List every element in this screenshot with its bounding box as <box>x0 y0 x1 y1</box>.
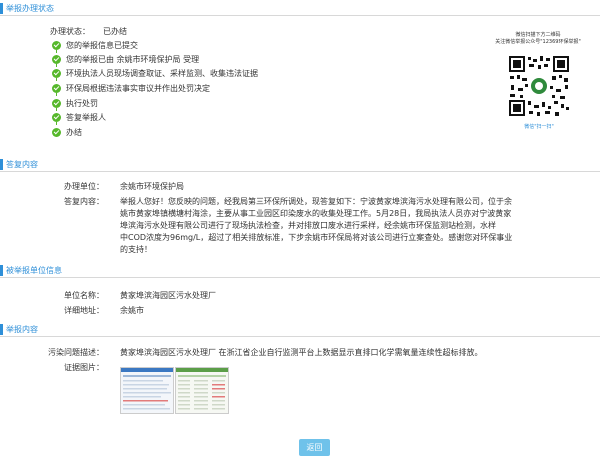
reply-line: 举报人您好！您反映的问题，经我局第三环保所调处，现答复如下：宁波黄家埠滨海污水处… <box>120 197 512 206</box>
problem-value: 黄家埠滨海园区污水处理厂 在浙江省企业自行监测平台上数据显示直排口化学需氧量连续… <box>120 348 483 357</box>
reply-line: 的支持！ <box>120 245 152 254</box>
reply-line: 中COD浓度为96mg/L，超过了相关排放标准，下步余姚市环保局将对该公司进行立… <box>120 233 513 242</box>
qr-caption-bottom: 微信"扫一扫" <box>524 124 554 130</box>
section-title: 答复内容 <box>6 160 38 169</box>
evidence-image-2[interactable] <box>175 367 229 414</box>
step-label: 执行处罚 <box>66 99 98 108</box>
evidence-image-1[interactable] <box>120 367 174 414</box>
section-header-reported: 被举报单位信息 <box>0 265 600 278</box>
step-connector <box>56 78 57 81</box>
reply-line: 姚市黄家埠镇横塘村海涂，主要从事工业园区印染废水的收集处理工作。5月28日，我局… <box>120 209 512 218</box>
addr-value: 余姚市 <box>120 306 144 315</box>
step-label: 环境执法人员现场调查取证、采样监测、收集违法证据 <box>66 69 258 78</box>
problem-label: 污染问题描述： <box>48 348 104 357</box>
check-icon <box>52 41 61 50</box>
content-label: 答复内容： <box>64 197 104 206</box>
step-connector <box>56 64 57 67</box>
check-icon <box>52 84 61 93</box>
back-button[interactable]: 返回 <box>299 439 330 456</box>
name-label: 单位名称： <box>64 291 104 300</box>
check-icon <box>52 55 61 64</box>
status-label: 办理状态： <box>50 27 90 36</box>
check-icon <box>52 113 61 122</box>
step-label: 您的举报信息已提交 <box>66 41 138 50</box>
qr-caption-top: 微信扫描下方二维码 <box>515 32 561 38</box>
section-title: 举报办理状态 <box>6 4 54 13</box>
step-connector <box>56 93 57 96</box>
status-value: 已办结 <box>103 27 127 36</box>
section-header-content: 举报内容 <box>0 324 600 337</box>
addr-label: 详细地址： <box>64 306 104 315</box>
step-label: 您的举报已由 余姚市环境保护局 受理 <box>66 55 200 64</box>
section-bar <box>0 324 3 335</box>
step-label: 答复举报人 <box>66 113 106 122</box>
qr-caption-top2: 关注微信举报公众号"12369环保举报" <box>495 39 581 45</box>
check-icon <box>52 99 61 108</box>
section-title: 举报内容 <box>6 325 38 334</box>
section-bar <box>0 265 3 276</box>
section-bar <box>0 3 3 14</box>
section-header-reply: 答复内容 <box>0 159 600 172</box>
check-icon <box>52 69 61 78</box>
images-label: 证据图片： <box>64 363 104 372</box>
step-label: 办结 <box>66 128 82 137</box>
name-value: 黄家埠滨海园区污水处理厂 <box>120 291 216 300</box>
step-connector <box>56 108 57 111</box>
step-label: 环保局根据违法事实审议并作出处罚决定 <box>66 84 210 93</box>
unit-label: 办理单位： <box>64 182 104 191</box>
section-header-status: 举报办理状态 <box>0 3 600 16</box>
check-icon <box>52 128 61 137</box>
section-title: 被举报单位信息 <box>6 266 62 275</box>
reply-content: 举报人您好！您反映的问题，经我局第三环保所调处，现答复如下：宁波黄家埠滨海污水处… <box>120 196 582 256</box>
qr-code-icon <box>508 55 570 117</box>
unit-value: 余姚市环境保护局 <box>120 182 184 191</box>
section-bar <box>0 159 3 170</box>
step-connector <box>56 50 57 53</box>
reply-line: 埠滨海污水处理有限公司进行了现场执法检查，并对排放口废水进行采样，经余姚市环保监… <box>120 221 496 230</box>
step-connector <box>56 122 57 125</box>
